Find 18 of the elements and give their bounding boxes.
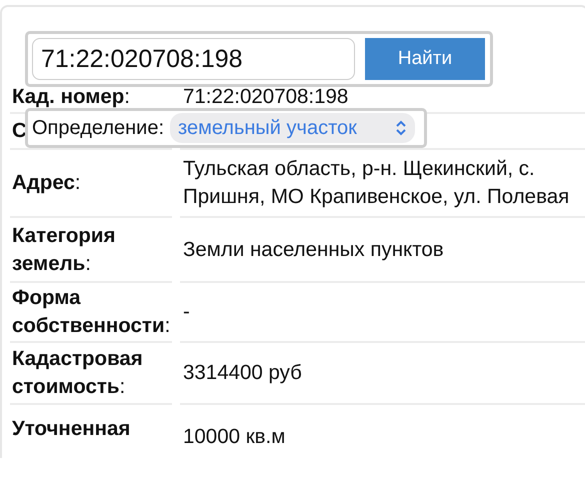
field-label: Адрес: [12,170,81,196]
search-button[interactable]: Найти [365,38,485,80]
field-value: Тульская область, р-н. Щекинский, с. Пришня, МО Крапивенское, ул. Полевая [183,156,570,210]
field-value: 3314400 руб [183,360,302,386]
field-label: Уточненная [12,416,130,442]
search-field[interactable]: 71:22:020708:198 [32,38,355,80]
field-label: Форма собственности: [12,285,172,339]
definition-label: Определение: [32,116,164,140]
field-label: Кадастровая стоимость: [12,346,144,400]
field-value: 10000 кв.м [183,424,286,450]
chevron-updown-icon [395,120,408,136]
definition-select[interactable]: земельный участок [170,113,416,143]
field-label: Кад. номер: [12,84,130,110]
field-label: С [12,118,27,144]
field-label: Категория земель: [12,222,116,276]
field-value: Земли населенных пунктов [183,236,444,262]
field-value: - [183,299,190,325]
field-value: 71:22:020708:198 [183,84,348,110]
